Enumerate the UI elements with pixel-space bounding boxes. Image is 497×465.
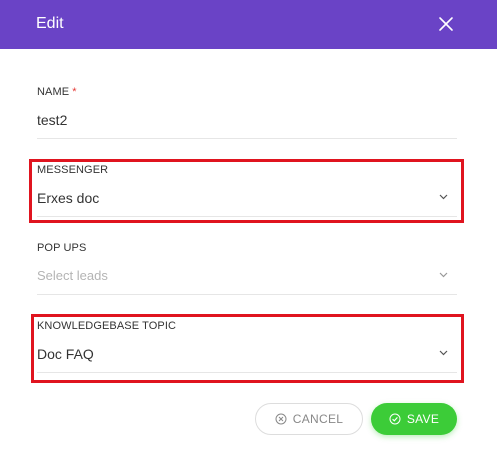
check-circle-icon xyxy=(389,413,401,425)
knowledgebase-label: KNOWLEDGEBASE TOPIC xyxy=(37,320,177,332)
required-mark: * xyxy=(72,86,77,98)
modal-title: Edit xyxy=(36,15,64,32)
name-input[interactable]: test2 xyxy=(37,104,457,139)
knowledgebase-select-value: Doc FAQ xyxy=(37,346,94,362)
messenger-label: MESSENGER xyxy=(37,164,109,176)
name-label-text: NAME xyxy=(37,86,70,98)
chevron-down-icon xyxy=(439,350,448,356)
cancel-button-label: CANCEL xyxy=(292,412,344,426)
knowledgebase-select[interactable]: Doc FAQ xyxy=(37,338,457,373)
chevron-down-icon xyxy=(439,194,448,200)
cancel-circle-icon xyxy=(275,413,287,425)
save-button-label: SAVE xyxy=(406,412,440,426)
name-input-value: test2 xyxy=(37,112,68,128)
close-icon xyxy=(439,17,453,31)
messenger-select[interactable]: Erxes doc xyxy=(37,182,457,217)
close-button[interactable] xyxy=(436,14,456,34)
chevron-down-icon xyxy=(439,272,448,278)
popups-label: POP UPS xyxy=(37,242,87,254)
cancel-button[interactable]: CANCEL xyxy=(255,403,363,435)
edit-modal: Edit NAME * test2 MESSENGER Erxes doc POP… xyxy=(0,0,497,465)
modal-header: Edit xyxy=(0,0,497,49)
name-label: NAME * xyxy=(37,85,77,99)
popups-select-placeholder: Select leads xyxy=(37,268,108,283)
messenger-select-value: Erxes doc xyxy=(37,190,100,206)
popups-select[interactable]: Select leads xyxy=(37,260,457,295)
save-button[interactable]: SAVE xyxy=(371,403,457,435)
